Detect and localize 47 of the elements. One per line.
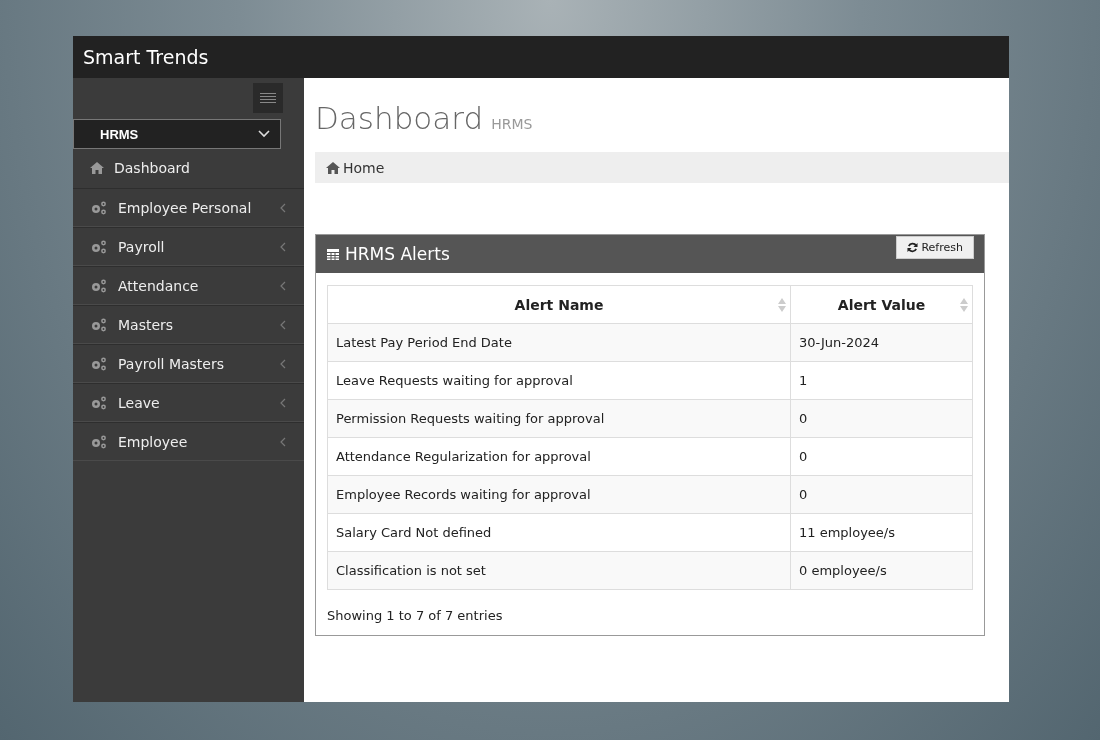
sidebar-item[interactable]: Masters [73, 305, 304, 344]
sort-icon [960, 298, 968, 312]
panel-title: HRMS Alerts [345, 244, 450, 264]
sidebar-item[interactable]: Dashboard [73, 149, 304, 188]
table-icon [327, 248, 339, 260]
table-cell: 30-Jun-2024 [790, 323, 973, 362]
sidebar-item[interactable]: Employee Personal [73, 188, 304, 227]
menu-icon [260, 92, 276, 104]
table-cell: Permission Requests waiting for approval [327, 399, 791, 438]
table-cell: 0 [790, 437, 973, 476]
table-cell: Leave Requests waiting for approval [327, 361, 791, 400]
table-cell: 0 [790, 475, 973, 514]
page-subtitle: HRMS [491, 116, 533, 132]
table-cell: Employee Records waiting for approval [327, 475, 791, 514]
table-cell: Attendance Regularization for approval [327, 437, 791, 476]
table-cell: 0 [790, 399, 973, 438]
gears-icon [90, 200, 108, 215]
table-cell: Latest Pay Period End Date [327, 323, 791, 362]
refresh-button[interactable]: Refresh [896, 236, 974, 259]
sort-icon [778, 298, 786, 312]
app-title: Smart Trends [83, 46, 209, 68]
column-header[interactable]: Alert Name [514, 296, 604, 313]
gears-icon [90, 239, 108, 254]
table-cell: 0 employee/s [790, 551, 973, 590]
table-cell: Salary Card Not defined [327, 513, 791, 552]
entries-info: Showing 1 to 7 of 7 entries [326, 607, 504, 623]
menu-toggle-button[interactable] [253, 83, 283, 113]
breadcrumb-link[interactable]: Home [343, 159, 385, 176]
gears-icon [90, 317, 108, 332]
table-cell: 11 employee/s [790, 513, 973, 552]
refresh-icon [907, 242, 919, 253]
gears-icon [90, 278, 108, 293]
home-icon [326, 161, 340, 174]
sidebar-item[interactable]: Payroll [73, 227, 304, 266]
chevron-down-icon [258, 130, 270, 138]
gears-icon [90, 395, 108, 410]
sidebar-item[interactable]: Employee [73, 422, 304, 461]
page-title: Dashboard [315, 100, 484, 136]
table-cell: Classification is not set [327, 551, 791, 590]
gears-icon [90, 434, 108, 449]
home-icon [90, 162, 104, 174]
sidebar-item[interactable]: Leave [73, 383, 304, 422]
sidebar-item[interactable]: Payroll Masters [73, 344, 304, 383]
sidebar-item[interactable]: Attendance [73, 266, 304, 305]
table-cell: 1 [790, 361, 973, 400]
gears-icon [90, 356, 108, 371]
module-select[interactable]: HRMS [73, 119, 281, 149]
